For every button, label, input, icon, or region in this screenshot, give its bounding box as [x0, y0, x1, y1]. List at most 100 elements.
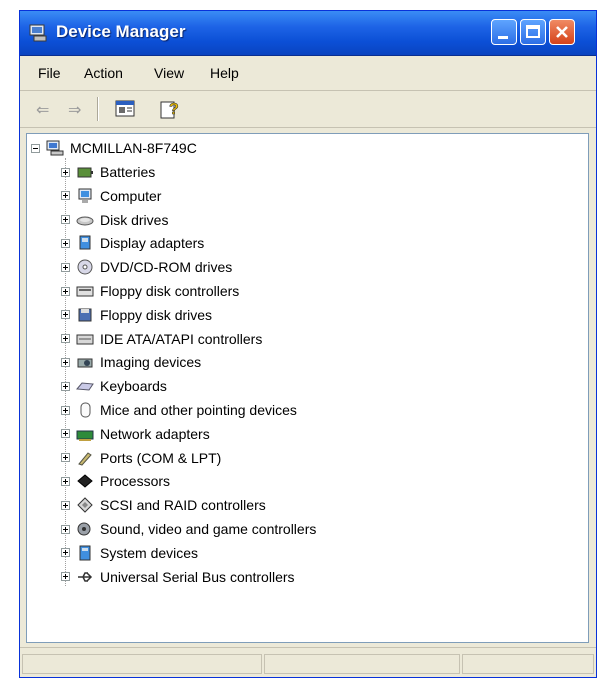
tree-item-label: Mice and other pointing devices — [100, 402, 297, 418]
expand-toggle[interactable] — [61, 405, 70, 415]
ide-controller-icon — [76, 334, 94, 345]
tree-item-label: Computer — [100, 187, 162, 204]
expand-toggle[interactable] — [61, 548, 70, 558]
toolbar-separator — [97, 97, 99, 121]
tree-item-label: SCSI and RAID controllers — [100, 497, 266, 514]
processor-icon — [77, 474, 93, 489]
minimize-icon — [498, 36, 508, 39]
mouse-icon — [80, 402, 91, 418]
tree-item-label: Network adapters — [100, 425, 210, 442]
tree-item-ide-controller[interactable]: IDE ATA/ATAPI controllers — [61, 329, 262, 349]
battery-icon — [77, 167, 93, 178]
tree-item-display-adapter[interactable]: Display adapters — [61, 233, 204, 253]
expand-toggle[interactable] — [61, 215, 70, 225]
tree-item-label: Imaging devices — [100, 354, 202, 371]
device-manager-icon — [29, 24, 47, 42]
maximize-button[interactable] — [520, 19, 546, 45]
tree-item-sound[interactable]: Sound, video and game controllers — [61, 519, 316, 539]
back-arrow-icon[interactable]: ⇐ — [36, 100, 49, 120]
display-adapter-icon — [79, 235, 91, 250]
device-tree[interactable]: MCMILLAN-8F749C Batteries Computer Disk dr… — [26, 133, 589, 643]
expand-toggle[interactable] — [61, 476, 70, 486]
close-icon — [556, 26, 568, 38]
window-title: Device Manager — [56, 22, 186, 41]
expand-toggle[interactable] — [61, 357, 70, 367]
title-bar[interactable]: Device Manager — [20, 11, 596, 56]
close-button[interactable] — [549, 19, 575, 45]
tree-item-label: Batteries — [100, 164, 156, 180]
computer-name: MCMILLAN-8F749C — [70, 140, 197, 156]
toolbar: ⇐ ⇒ ? — [20, 91, 596, 128]
floppy-drive-icon — [78, 308, 92, 322]
network-adapter-icon — [76, 430, 94, 441]
tree-item-floppy-drive[interactable]: Floppy disk drives — [61, 305, 212, 325]
tree-item-label: Sound, video and game controllers — [100, 521, 317, 537]
minimize-button[interactable] — [491, 19, 517, 45]
tree-item-label: Floppy disk controllers — [100, 283, 240, 299]
system-device-icon — [79, 545, 91, 561]
usb-icon — [78, 571, 93, 582]
tree-item-disk-drive[interactable]: Disk drives — [61, 210, 168, 230]
expand-toggle[interactable] — [61, 453, 70, 463]
status-pane-2 — [264, 654, 460, 674]
svg-text:?: ? — [169, 101, 179, 118]
expand-toggle[interactable] — [61, 310, 70, 320]
tree-item-processor[interactable]: Processors — [61, 471, 170, 491]
imaging-device-icon — [77, 358, 93, 368]
status-bar — [20, 647, 596, 678]
tree-item-usb[interactable]: Universal Serial Bus controllers — [61, 567, 295, 587]
tree-item-label: Ports (COM & LPT) — [100, 449, 222, 466]
tree-item-keyboard[interactable]: Keyboards — [61, 376, 167, 396]
tree-item-scsi-controller[interactable]: SCSI and RAID controllers — [61, 495, 266, 515]
expand-toggle[interactable] — [61, 334, 70, 344]
tree-item-computer[interactable]: Computer — [61, 186, 161, 206]
menu-action[interactable]: Action — [84, 65, 123, 81]
expand-toggle[interactable] — [61, 500, 70, 510]
tree-item-floppy-controller[interactable]: Floppy disk controllers — [61, 281, 239, 301]
tree-item-label: Keyboards — [100, 378, 167, 395]
tree-item-label: Display adapters — [100, 235, 205, 252]
port-icon — [78, 451, 92, 466]
computer-root-icon — [46, 140, 64, 156]
status-pane-1 — [22, 654, 262, 674]
tree-item-imaging-device[interactable]: Imaging devices — [61, 352, 201, 372]
menu-view[interactable]: View — [154, 65, 184, 81]
tree-item-label: DVD/CD-ROM drives — [100, 259, 233, 276]
disk-drive-icon — [76, 216, 94, 226]
collapse-toggle[interactable] — [31, 143, 40, 153]
expand-toggle[interactable] — [61, 524, 70, 534]
keyboard-icon — [76, 382, 94, 391]
expand-toggle[interactable] — [61, 167, 70, 177]
expand-toggle[interactable] — [61, 238, 70, 248]
menu-bar: File Action View Help — [20, 56, 596, 91]
tree-item-label: IDE ATA/ATAPI controllers — [100, 330, 263, 347]
tree-item-dvd-drive[interactable]: DVD/CD-ROM drives — [61, 257, 232, 277]
expand-toggle[interactable] — [61, 429, 70, 439]
tree-item-system-device[interactable]: System devices — [61, 543, 198, 563]
status-pane-3 — [462, 654, 594, 674]
tree-item-battery[interactable]: Batteries — [61, 162, 155, 182]
tree-root[interactable]: MCMILLAN-8F749C — [31, 138, 197, 158]
sound-icon — [77, 522, 91, 536]
device-manager-window: Device Manager File Action View Help ⇐ ⇒ — [19, 10, 597, 678]
expand-toggle[interactable] — [61, 262, 70, 272]
tree-item-network-adapter[interactable]: Network adapters — [61, 424, 210, 444]
expand-toggle[interactable] — [61, 286, 70, 296]
tree-item-label: Processors — [100, 473, 171, 490]
tree-item-label: Disk drives — [100, 211, 169, 228]
tree-item-port[interactable]: Ports (COM & LPT) — [61, 448, 221, 468]
forward-arrow-icon[interactable]: ⇒ — [68, 100, 81, 120]
expand-toggle[interactable] — [61, 572, 70, 582]
properties-icon[interactable] — [113, 97, 137, 121]
tree-item-label: Universal Serial Bus controllers — [100, 568, 295, 585]
scsi-controller-icon — [77, 497, 93, 513]
menu-help[interactable]: Help — [210, 65, 239, 81]
expand-toggle[interactable] — [61, 381, 70, 391]
tree-item-mouse[interactable]: Mice and other pointing devices — [61, 400, 297, 420]
computer-icon — [78, 188, 92, 203]
help-icon[interactable]: ? — [158, 97, 182, 121]
maximize-icon — [526, 25, 540, 38]
expand-toggle[interactable] — [61, 191, 70, 201]
menu-file[interactable]: File — [38, 65, 61, 81]
tree-item-label: Floppy disk drives — [100, 306, 213, 323]
